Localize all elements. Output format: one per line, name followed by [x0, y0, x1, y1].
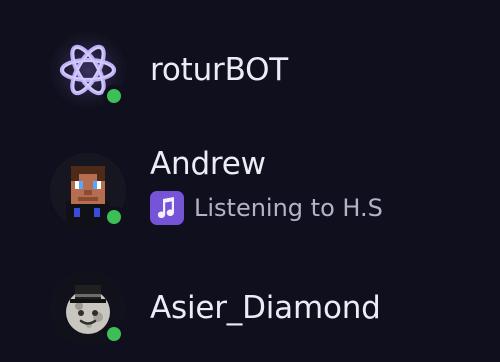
member-name[interactable]: Asier_Diamond [150, 290, 381, 326]
activity-status: Listening to H.S [150, 191, 383, 225]
online-status-dot [103, 85, 125, 107]
member-info: Andrew Listening to H.S [150, 135, 480, 245]
member-item-asier-diamond[interactable]: Asier_Diamond [0, 252, 500, 362]
online-status-dot [103, 323, 125, 345]
online-status-dot [103, 206, 125, 228]
member-name[interactable]: roturBOT [150, 52, 288, 88]
avatar[interactable] [50, 32, 126, 108]
member-list: roturBOT Andrew Listening to H.S Asier_D… [0, 0, 500, 355]
member-item-roturbot[interactable]: roturBOT [0, 14, 500, 124]
member-info: Asier_Diamond [150, 252, 480, 362]
member-info: roturBOT [150, 14, 480, 124]
member-name[interactable]: Andrew [150, 146, 266, 182]
avatar[interactable] [50, 270, 126, 346]
activity-text: Listening to H.S [194, 194, 383, 222]
music-note-icon [150, 191, 184, 225]
avatar[interactable] [50, 153, 126, 229]
member-item-andrew[interactable]: Andrew Listening to H.S [0, 135, 500, 245]
